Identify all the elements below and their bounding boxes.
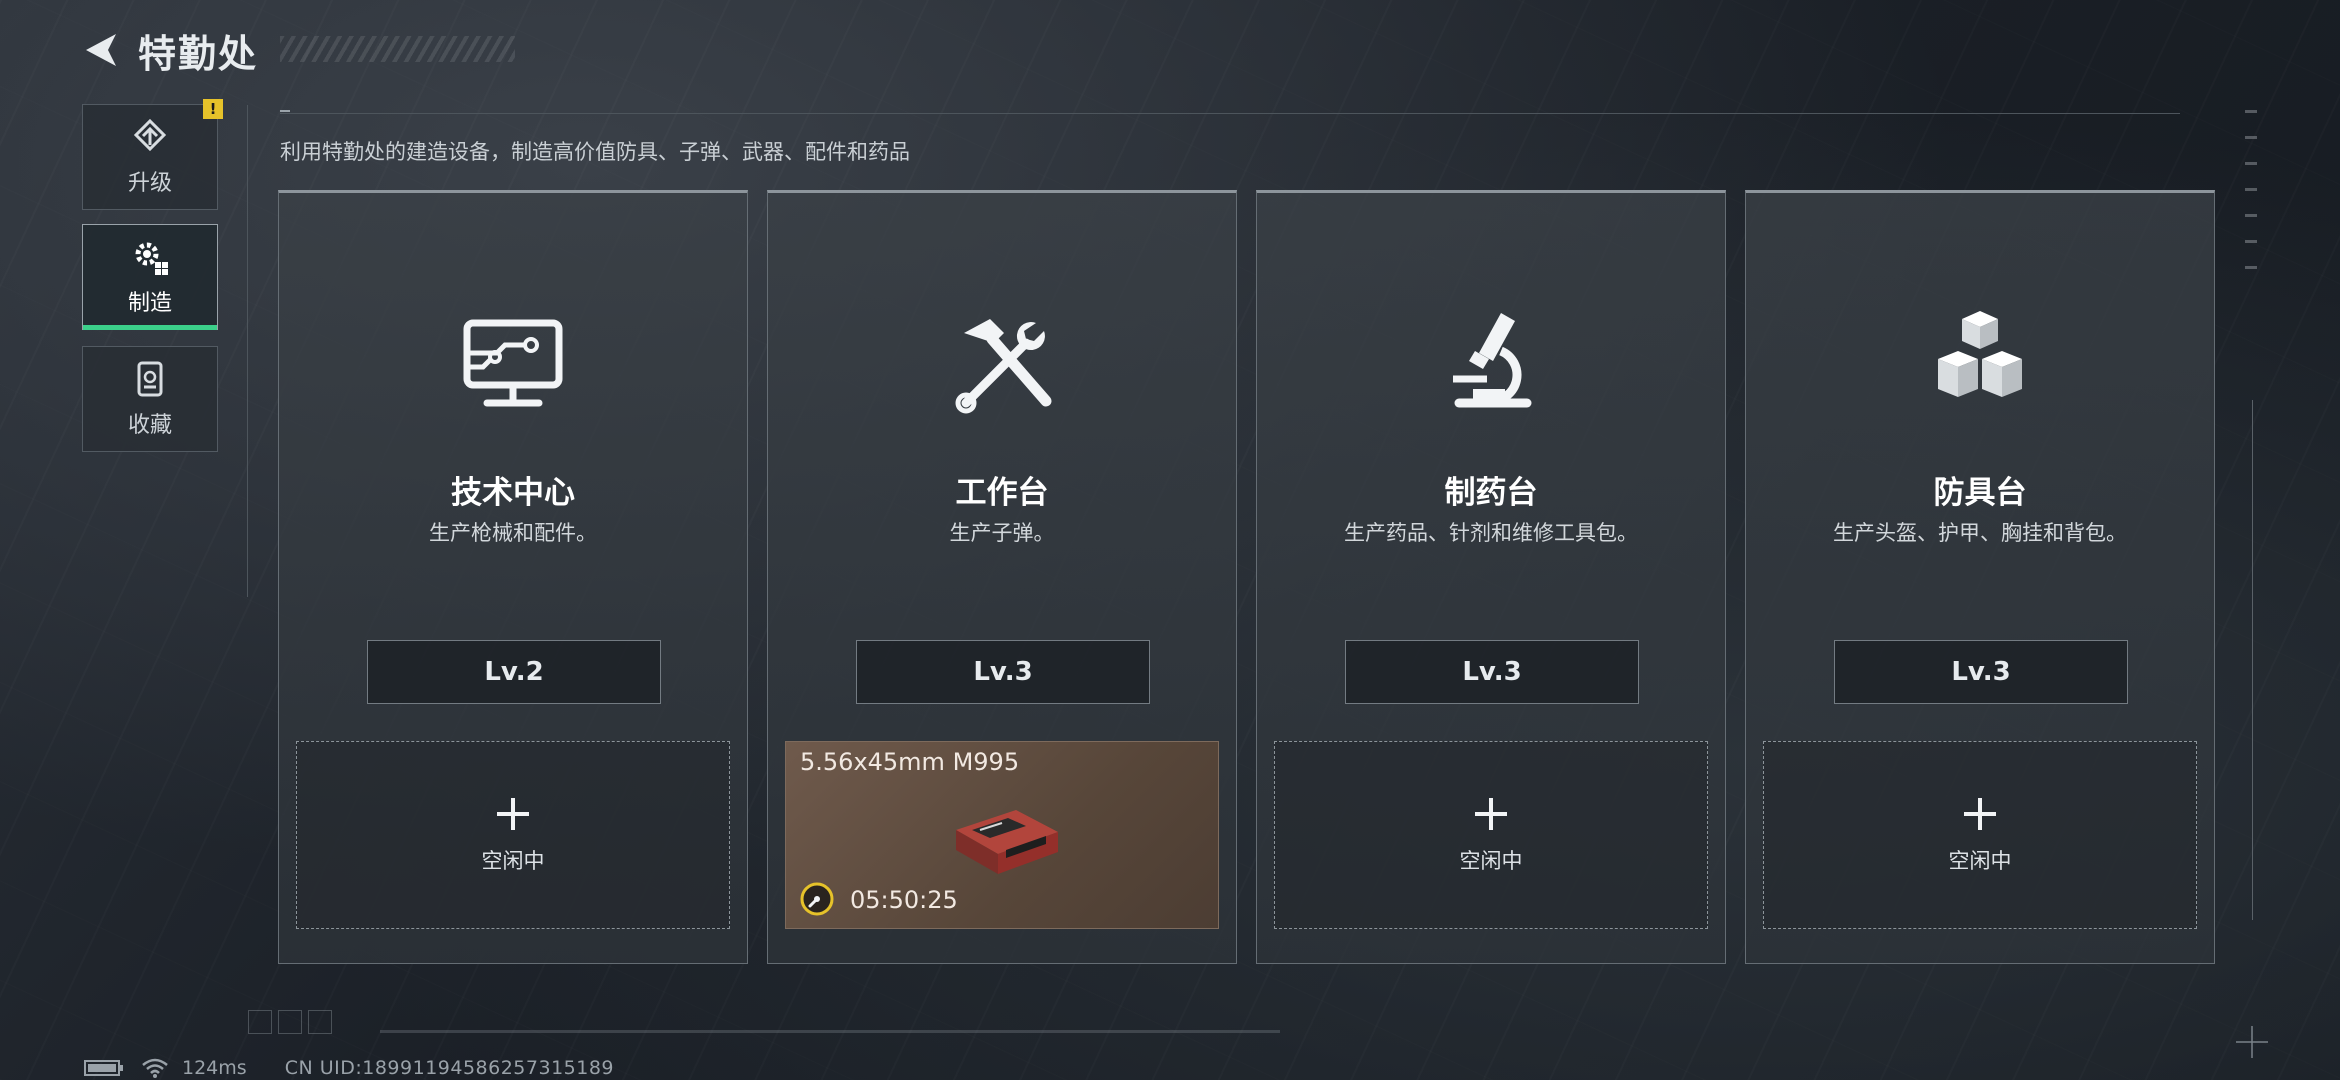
production-item-name: 5.56x45mm M995	[800, 748, 1020, 776]
nav-item-collection[interactable]: 收藏	[82, 346, 218, 452]
ping-value: 124ms	[182, 1057, 247, 1079]
station-card-tech-center[interactable]: 技术中心 生产枪械和配件。 Lv.2 空闲中	[278, 190, 748, 964]
slot-status: 空闲中	[1948, 849, 2012, 873]
monitor-circuit-icon	[463, 319, 563, 407]
nav-label: 升级	[127, 171, 172, 196]
bottom-bar	[380, 1030, 1280, 1033]
bottom-decoration	[248, 1010, 332, 1034]
card-title: 技术中心	[451, 475, 575, 511]
level-button[interactable]: Lv.2	[367, 640, 661, 704]
nav-item-craft[interactable]: 制造	[82, 224, 218, 330]
frame-line-vertical	[247, 105, 248, 597]
card-description: 生产枪械和配件。	[429, 521, 597, 545]
page-title: 特勤处	[138, 31, 259, 76]
crosshair-decoration	[2236, 1026, 2268, 1058]
plus-icon	[1964, 798, 1996, 830]
plus-icon	[1475, 798, 1507, 830]
frame-line-right	[2252, 400, 2253, 920]
nav-item-upgrade[interactable]: ! 升级	[82, 99, 223, 210]
nav-label: 收藏	[127, 413, 172, 438]
frame-tick	[280, 110, 290, 112]
ammo-box-icon	[956, 810, 1058, 874]
level-button[interactable]: Lv.3	[1345, 640, 1639, 704]
alert-badge: !	[203, 99, 223, 119]
level-button[interactable]: Lv.3	[856, 640, 1150, 704]
wifi-icon	[142, 1058, 168, 1078]
timer-icon	[800, 882, 834, 916]
status-bar: 124ms CN UID:18991194586257315189	[84, 1056, 614, 1080]
frame-marks-right	[2245, 110, 2257, 280]
station-card-armor[interactable]: 防具台 生产头盔、护甲、胸挂和背包。 Lv.3 空闲中	[1745, 190, 2215, 964]
slot-status: 空闲中	[481, 849, 545, 873]
card-title: 防具台	[1933, 475, 2027, 511]
user-uid: CN UID:18991194586257315189	[284, 1057, 615, 1079]
card-description: 生产药品、针剂和维修工具包。	[1344, 521, 1638, 545]
level-button[interactable]: Lv.3	[1834, 640, 2128, 704]
card-description: 生产头盔、护甲、胸挂和背包。	[1833, 521, 2127, 545]
cubes-icon	[1938, 311, 2022, 397]
station-card-pharmacy[interactable]: 制药台 生产药品、针剂和维修工具包。 Lv.3 空闲中	[1256, 190, 1726, 964]
upgrade-icon	[133, 118, 167, 152]
production-slot-empty[interactable]: 空闲中	[1763, 741, 2197, 929]
plus-icon	[497, 798, 529, 830]
locker-icon	[137, 361, 163, 397]
slot-status: 空闲中	[1459, 849, 1523, 873]
production-timer: 05:50:25	[850, 886, 958, 914]
microscope-icon	[1453, 313, 1532, 408]
frame-line-horizontal	[280, 113, 2180, 114]
hammer-wrench-icon	[955, 319, 1052, 414]
nav-label: 制造	[127, 291, 172, 316]
production-slot-active[interactable]: 5.56x45mm M995 05:50:25	[785, 741, 1219, 929]
card-title: 制药台	[1444, 475, 1538, 511]
battery-icon	[84, 1060, 123, 1076]
title-decoration	[280, 36, 515, 62]
station-card-workbench[interactable]: 工作台 生产子弹。 Lv.3 5.56x45mm M995 05:50:25	[767, 190, 1237, 964]
back-arrow-icon[interactable]	[80, 28, 124, 72]
page-header: 特勤处	[80, 22, 258, 78]
page-subtitle: 利用特勤处的建造设备，制造高价值防具、子弹、武器、配件和药品	[280, 140, 910, 164]
gear-icon	[135, 242, 168, 275]
production-slot-empty[interactable]: 空闲中	[1274, 741, 1708, 929]
card-description: 生产子弹。	[949, 521, 1055, 545]
card-title: 工作台	[955, 475, 1049, 511]
production-slot-empty[interactable]: 空闲中	[296, 741, 730, 929]
